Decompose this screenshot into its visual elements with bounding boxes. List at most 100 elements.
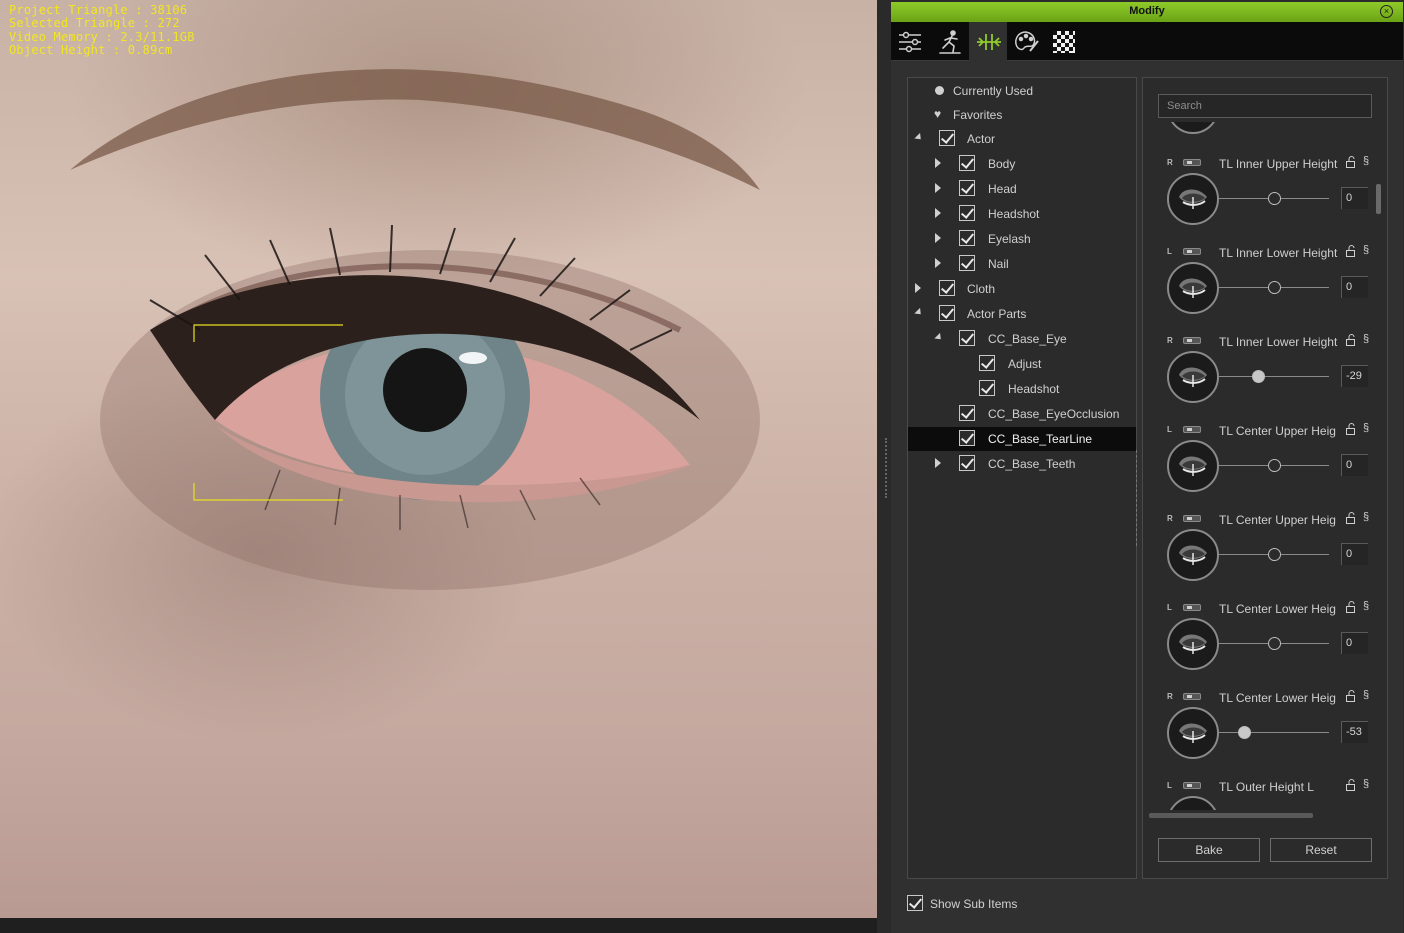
expand-arrow-icon[interactable]	[935, 458, 941, 468]
expand-arrow-icon[interactable]	[935, 158, 941, 168]
slider-thumb[interactable]	[1267, 548, 1281, 561]
slider-thumb[interactable]	[1238, 726, 1252, 739]
slider-value-field[interactable]: -29	[1341, 365, 1368, 387]
tree-item-nail[interactable]: Nail	[908, 252, 1136, 276]
unlock-icon[interactable]	[1345, 245, 1357, 257]
slider-value-field[interactable]: 0	[1341, 454, 1368, 476]
slider-value-field[interactable]: 0	[1341, 187, 1368, 209]
collapse-arrow-icon[interactable]	[914, 132, 924, 143]
slider-track[interactable]	[1219, 732, 1329, 733]
tab-texture[interactable]	[1045, 22, 1083, 61]
tree-item-cc-base-eye[interactable]: CC_Base_Eye	[908, 327, 1136, 351]
tab-morph[interactable]	[969, 22, 1007, 61]
tree-item-label: Headshot	[988, 207, 1040, 221]
slider-thumb[interactable]	[1267, 192, 1281, 205]
symmetry-icon[interactable]: §	[1363, 778, 1369, 790]
adjust-checkbox[interactable]	[979, 355, 995, 371]
link-toggle[interactable]	[1183, 604, 1201, 611]
unlock-icon[interactable]	[1345, 334, 1357, 346]
tree-item-cloth[interactable]: Cloth	[908, 277, 1136, 301]
symmetry-icon[interactable]: §	[1363, 333, 1369, 345]
link-toggle[interactable]	[1183, 248, 1201, 255]
nail-checkbox[interactable]	[959, 255, 975, 271]
slider-thumb[interactable]	[1267, 459, 1281, 472]
slider-value-field[interactable]: 0	[1341, 276, 1368, 298]
reset-button[interactable]: Reset	[1270, 838, 1372, 862]
link-toggle[interactable]	[1183, 337, 1201, 344]
eye-headshot-checkbox[interactable]	[979, 380, 995, 396]
expand-arrow-icon[interactable]	[915, 283, 921, 293]
tree-item-eyelash[interactable]: Eyelash	[908, 227, 1136, 251]
expand-arrow-icon[interactable]	[935, 258, 941, 268]
panel-splitter-handle[interactable]	[885, 438, 888, 498]
cloth-checkbox[interactable]	[939, 280, 955, 296]
headshot-checkbox[interactable]	[959, 205, 975, 221]
slider-value-field[interactable]: 0	[1341, 543, 1368, 565]
symmetry-icon[interactable]: §	[1363, 155, 1369, 167]
tree-item-eye-headshot[interactable]: Headshot	[908, 377, 1136, 401]
symmetry-icon[interactable]: §	[1363, 422, 1369, 434]
link-toggle[interactable]	[1183, 159, 1201, 166]
expand-arrow-icon[interactable]	[935, 208, 941, 218]
tree-item-cc-base-teeth[interactable]: CC_Base_Teeth	[908, 452, 1136, 476]
expand-arrow-icon[interactable]	[935, 233, 941, 243]
actor-parts-checkbox[interactable]	[939, 305, 955, 321]
unlock-icon[interactable]	[1345, 779, 1357, 791]
symmetry-icon[interactable]: §	[1363, 511, 1369, 523]
slider-track[interactable]	[1219, 376, 1329, 377]
cc-base-eye-checkbox[interactable]	[959, 330, 975, 346]
side-indicator: L	[1167, 247, 1172, 256]
show-sub-items-checkbox[interactable]	[907, 895, 923, 911]
tree-resize-handle[interactable]	[1136, 450, 1140, 546]
head-checkbox[interactable]	[959, 180, 975, 196]
eyeocclusion-checkbox[interactable]	[959, 405, 975, 421]
tearline-checkbox[interactable]	[959, 430, 975, 446]
texture-checker-icon	[1053, 31, 1075, 53]
symmetry-icon[interactable]: §	[1363, 689, 1369, 701]
collapse-arrow-icon[interactable]	[934, 332, 944, 343]
close-icon[interactable]: ×	[1380, 5, 1393, 18]
unlock-icon[interactable]	[1345, 601, 1357, 613]
tree-item-actor[interactable]: Actor	[908, 127, 1136, 151]
link-toggle[interactable]	[1183, 426, 1201, 433]
symmetry-icon[interactable]: §	[1363, 244, 1369, 256]
link-toggle[interactable]	[1183, 782, 1201, 789]
eyelash-checkbox[interactable]	[959, 230, 975, 246]
unlock-icon[interactable]	[1345, 423, 1357, 435]
link-toggle[interactable]	[1183, 693, 1201, 700]
3d-viewport[interactable]: Project Triangle : 38106 Selected Triang…	[0, 0, 877, 918]
unlock-icon[interactable]	[1345, 512, 1357, 524]
slider-thumb[interactable]	[1251, 370, 1265, 383]
morph-thumbnail[interactable]	[1167, 796, 1219, 810]
unlock-icon[interactable]	[1345, 156, 1357, 168]
tree-item-head[interactable]: Head	[908, 177, 1136, 201]
tree-item-currently-used[interactable]: Currently Used	[908, 79, 1136, 103]
tree-item-favorites[interactable]: ♥ Favorites	[908, 103, 1136, 127]
vertical-scrollbar[interactable]	[1376, 184, 1381, 214]
expand-arrow-icon[interactable]	[935, 183, 941, 193]
slider-thumb[interactable]	[1267, 637, 1281, 650]
teeth-checkbox[interactable]	[959, 455, 975, 471]
slider-thumb[interactable]	[1267, 281, 1281, 294]
search-input[interactable]	[1158, 94, 1372, 118]
actor-checkbox[interactable]	[939, 130, 955, 146]
tab-material[interactable]	[1007, 22, 1045, 61]
collapse-arrow-icon[interactable]	[914, 307, 924, 318]
tree-item-body[interactable]: Body	[908, 152, 1136, 176]
tree-item-adjust[interactable]: Adjust	[908, 352, 1136, 376]
tree-item-label: Favorites	[953, 108, 1003, 122]
tab-attributes[interactable]	[891, 22, 929, 61]
horizontal-scrollbar[interactable]	[1149, 813, 1313, 818]
slider-value-field[interactable]: -53	[1341, 721, 1368, 743]
body-checkbox[interactable]	[959, 155, 975, 171]
tree-item-actor-parts[interactable]: Actor Parts	[908, 302, 1136, 326]
slider-value-field[interactable]: 0	[1341, 632, 1368, 654]
unlock-icon[interactable]	[1345, 690, 1357, 702]
link-toggle[interactable]	[1183, 515, 1201, 522]
tab-motion[interactable]	[931, 22, 969, 61]
bake-button[interactable]: Bake	[1158, 838, 1260, 862]
symmetry-icon[interactable]: §	[1363, 600, 1369, 612]
tree-item-headshot[interactable]: Headshot	[908, 202, 1136, 226]
tree-item-cc-base-eyeocclusion[interactable]: CC_Base_EyeOcclusion	[908, 402, 1136, 426]
tree-item-cc-base-tearline[interactable]: CC_Base_TearLine	[908, 427, 1136, 451]
